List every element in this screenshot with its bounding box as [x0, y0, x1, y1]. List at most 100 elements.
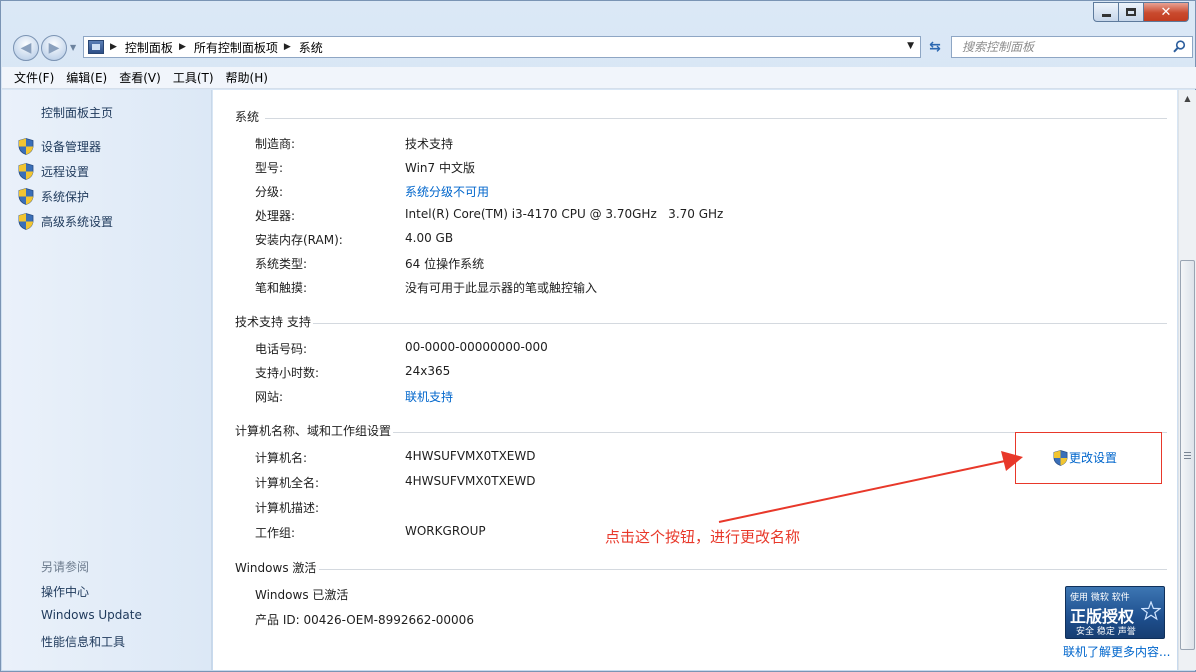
- uac-shield-icon: [18, 213, 34, 230]
- menu-help[interactable]: 帮助(H): [220, 69, 274, 86]
- windows-update-link[interactable]: Windows Update: [41, 608, 142, 622]
- control-panel-home-link[interactable]: 控制面板主页: [41, 104, 113, 121]
- change-settings-link[interactable]: 更改设置: [1053, 449, 1117, 466]
- navigation-bar: ◀ ▶ ▼ ▶ 控制面板 ▶ 所有控制面板项 ▶ 系统 ▼ ⇆: [1, 33, 1196, 61]
- search-icon[interactable]: [1173, 40, 1186, 53]
- genuine-microsoft-badge[interactable]: 使用 微软 软件 正版授权 安全 稳定 声誉: [1065, 586, 1165, 639]
- ram-label: 安装内存(RAM):: [255, 233, 343, 247]
- learn-more-online-link[interactable]: 联机了解更多内容...: [1063, 643, 1170, 660]
- phone-value: 00-0000-00000000-000: [405, 340, 548, 354]
- caption-buttons: ✕: [1093, 2, 1189, 22]
- activation-section-heading: Windows 激活: [235, 561, 317, 575]
- change-settings-label: 更改设置: [1069, 451, 1118, 465]
- forward-arrow-icon: ▶: [48, 40, 60, 56]
- close-icon: ✕: [1160, 4, 1172, 20]
- task-label: 远程设置: [41, 165, 90, 179]
- uac-shield-icon: [18, 163, 34, 180]
- breadcrumb-system[interactable]: 系统: [299, 39, 323, 56]
- support-hours-label: 支持小时数:: [255, 366, 320, 380]
- computer-description-label: 计算机描述:: [255, 501, 320, 515]
- control-panel-icon: [88, 40, 104, 54]
- task-label: 高级系统设置: [41, 215, 114, 229]
- manufacturer-value: 技术支持: [405, 137, 454, 151]
- menu-file[interactable]: 文件(F): [8, 69, 60, 86]
- breadcrumb-arrow-icon[interactable]: ▶: [284, 42, 291, 52]
- refresh-button[interactable]: ⇆: [923, 36, 947, 58]
- forward-button[interactable]: ▶: [41, 35, 67, 61]
- system-section-heading: 系统: [235, 110, 260, 124]
- rating-label: 分级:: [255, 185, 284, 199]
- badge-sub-text: 安全 稳定 声誉: [1076, 627, 1136, 637]
- performance-info-link[interactable]: 性能信息和工具: [41, 633, 125, 650]
- control-panel-window: ✕ ◀ ▶ ▼ ▶ 控制面板 ▶ 所有控制面板项 ▶ 系统 ▼ ⇆ 文件(F) …: [0, 0, 1196, 672]
- advanced-system-settings-link[interactable]: 高级系统设置: [18, 213, 113, 230]
- remote-settings-link[interactable]: 远程设置: [18, 163, 89, 180]
- grip-icon: [1184, 451, 1191, 459]
- menu-view[interactable]: 查看(V): [113, 69, 167, 86]
- workgroup-value: WORKGROUP: [405, 524, 486, 538]
- section-divider: [265, 118, 1167, 119]
- system-protection-link[interactable]: 系统保护: [18, 188, 89, 205]
- uac-shield-icon: [1053, 449, 1068, 466]
- menu-edit[interactable]: 编辑(E): [60, 69, 113, 86]
- breadcrumb-control-panel[interactable]: 控制面板: [125, 39, 173, 56]
- refresh-icon: ⇆: [929, 39, 941, 55]
- system-type-value: 64 位操作系统: [405, 257, 485, 271]
- scroll-up-icon[interactable]: ▲: [1179, 90, 1196, 107]
- breadcrumb-arrow-icon[interactable]: ▶: [179, 42, 186, 52]
- model-value: Win7 中文版: [405, 161, 475, 175]
- star-icon: [1141, 601, 1161, 621]
- product-id: 产品 ID: 00426-OEM-8992662-00006: [255, 613, 474, 627]
- uac-shield-icon: [18, 188, 34, 205]
- phone-label: 电话号码:: [255, 342, 308, 356]
- main-content: 系统 制造商: 技术支持 型号: Win7 中文版 分级: 系统分级不可用 处理…: [213, 90, 1177, 670]
- task-label: 系统保护: [41, 190, 90, 204]
- section-divider: [319, 569, 1167, 570]
- workgroup-label: 工作组:: [255, 526, 296, 540]
- breadcrumb-arrow-icon[interactable]: ▶: [110, 42, 117, 52]
- menu-bar: 文件(F) 编辑(E) 查看(V) 工具(T) 帮助(H): [2, 67, 1196, 89]
- vertical-scrollbar[interactable]: ▲: [1178, 90, 1196, 670]
- rating-link[interactable]: 系统分级不可用: [405, 183, 489, 200]
- menu-tools[interactable]: 工具(T): [167, 69, 220, 86]
- badge-top-text: 使用 微软 软件: [1070, 593, 1130, 603]
- full-computer-name-label: 计算机全名:: [255, 476, 320, 490]
- support-section-heading: 技术支持 支持: [235, 315, 311, 329]
- search-input[interactable]: [962, 40, 1162, 54]
- annotation-text: 点击这个按钮，进行更改名称: [605, 528, 801, 546]
- device-manager-link[interactable]: 设备管理器: [18, 138, 101, 155]
- ram-value: 4.00 GB: [405, 231, 454, 245]
- back-button[interactable]: ◀: [13, 35, 39, 61]
- recent-pages-dropdown-icon[interactable]: ▼: [70, 43, 76, 52]
- processor-label: 处理器:: [255, 209, 296, 223]
- computer-name-value: 4HWSUFVMX0TXEWD: [405, 449, 536, 463]
- search-box[interactable]: [951, 36, 1193, 58]
- action-center-link[interactable]: 操作中心: [41, 583, 89, 600]
- task-label: 设备管理器: [41, 140, 102, 154]
- activation-status: Windows 已激活: [255, 588, 349, 602]
- pen-touch-value: 没有可用于此显示器的笔或触控输入: [405, 281, 598, 295]
- see-also-heading: 另请参阅: [41, 560, 90, 574]
- system-type-label: 系统类型:: [255, 257, 308, 271]
- uac-shield-icon: [18, 138, 34, 155]
- minimize-button[interactable]: [1093, 2, 1119, 22]
- maximize-icon: [1126, 8, 1136, 16]
- close-button[interactable]: ✕: [1144, 2, 1189, 22]
- processor-value: Intel(R) Core(TM) i3-4170 CPU @ 3.70GHz …: [405, 207, 724, 221]
- back-arrow-icon: ◀: [20, 40, 32, 56]
- computer-name-label: 计算机名:: [255, 451, 308, 465]
- computer-name-section-heading: 计算机名称、域和工作组设置: [235, 424, 392, 438]
- maximize-button[interactable]: [1119, 2, 1144, 22]
- support-hours-value: 24x365: [405, 364, 451, 378]
- annotation-arrow-icon: [718, 451, 1023, 523]
- breadcrumb-all-items[interactable]: 所有控制面板项: [194, 39, 278, 56]
- full-computer-name-value: 4HWSUFVMX0TXEWD: [405, 474, 536, 488]
- address-bar[interactable]: ▶ 控制面板 ▶ 所有控制面板项 ▶ 系统 ▼: [83, 36, 921, 58]
- address-dropdown-icon[interactable]: ▼: [907, 41, 914, 51]
- online-support-link[interactable]: 联机支持: [405, 388, 453, 405]
- scroll-thumb[interactable]: [1180, 260, 1195, 650]
- pen-touch-label: 笔和触摸:: [255, 281, 308, 295]
- section-divider: [313, 323, 1167, 324]
- left-task-pane: 控制面板主页 设备管理器 远程设置 系统保护 高级系统设置 另请参阅 操作中心 …: [2, 90, 212, 670]
- manufacturer-label: 制造商:: [255, 137, 296, 151]
